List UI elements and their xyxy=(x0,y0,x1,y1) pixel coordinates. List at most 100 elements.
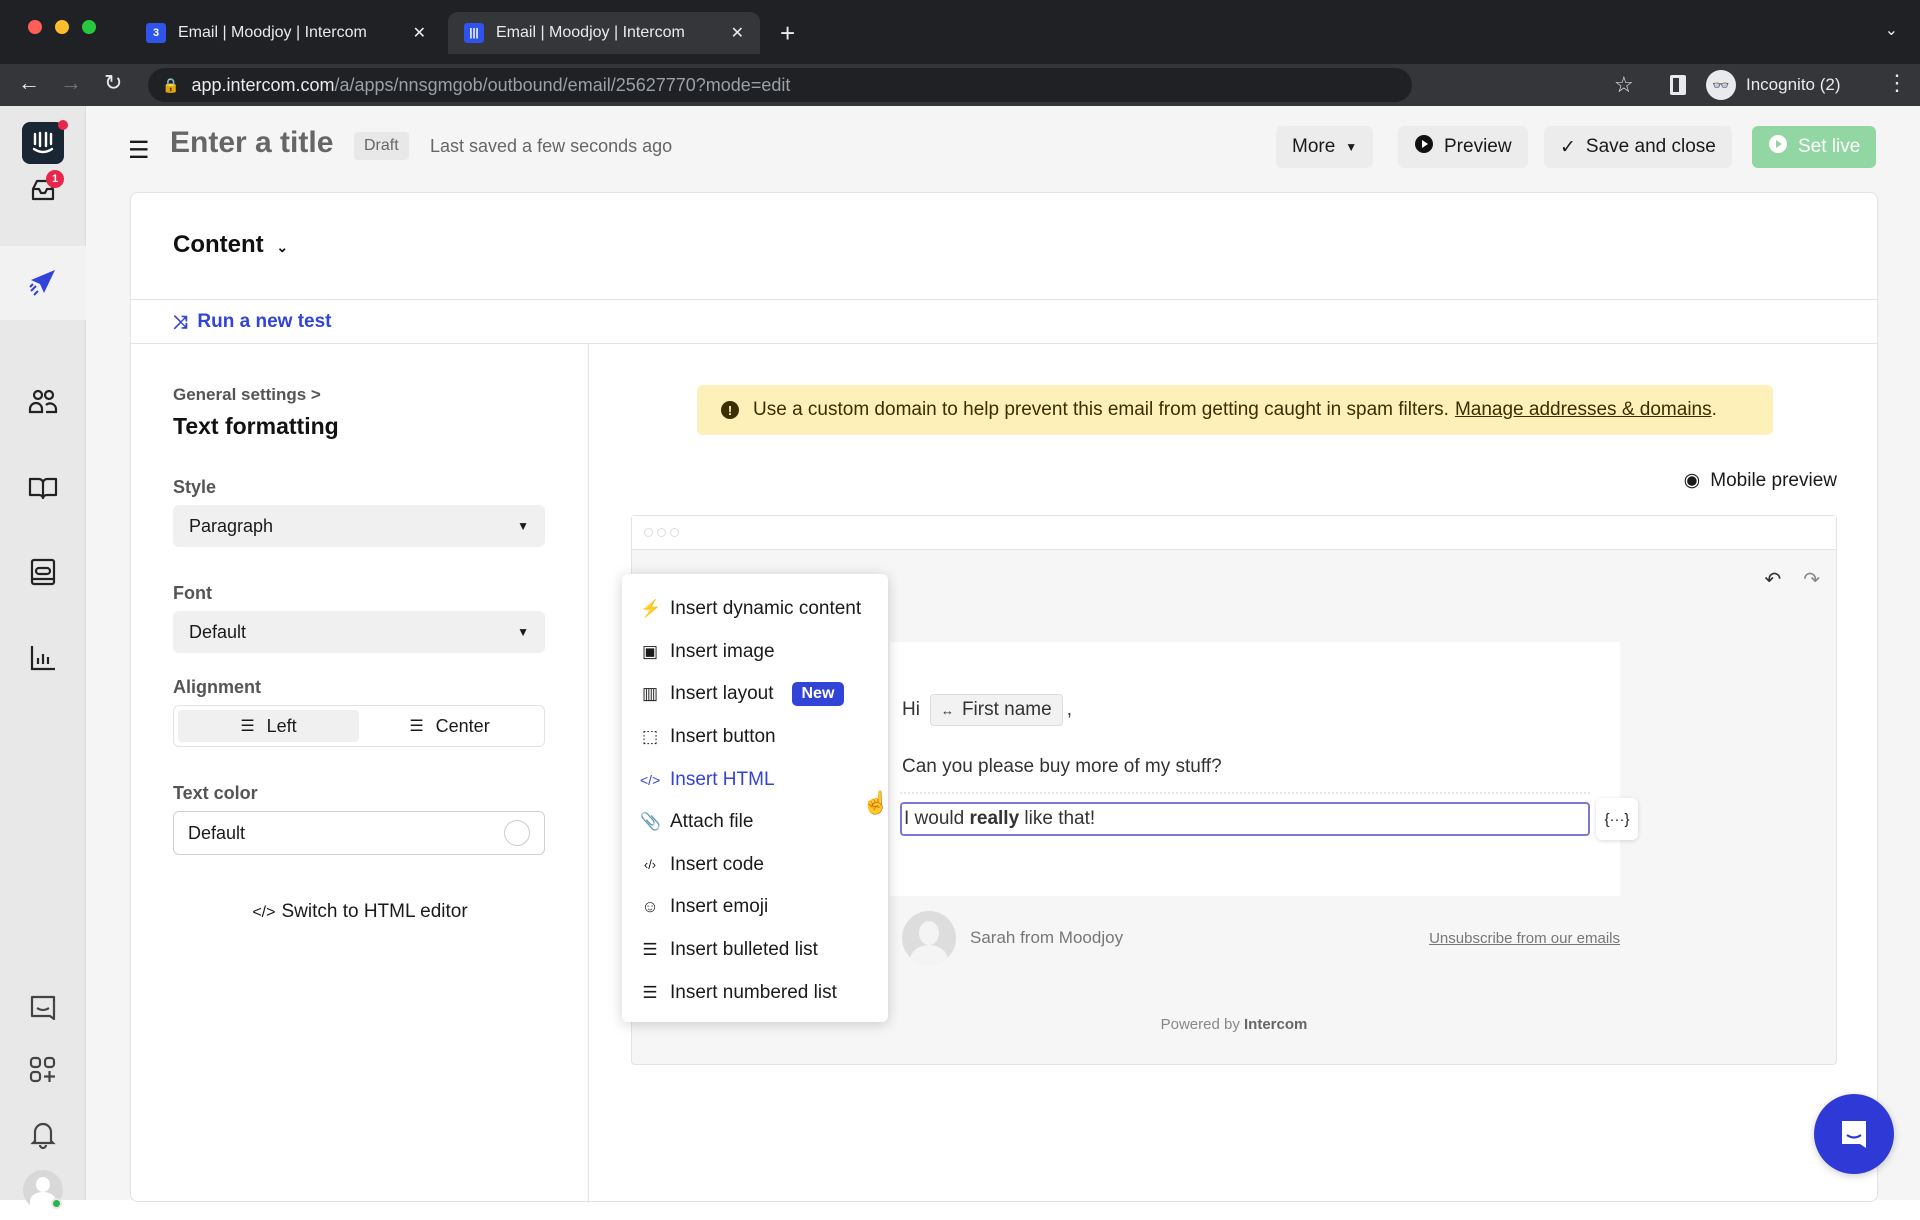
sidebar-item-outbound[interactable] xyxy=(0,246,86,320)
sidebar-item-notifications[interactable] xyxy=(0,1104,86,1164)
bar-chart-icon xyxy=(30,646,55,671)
chevron-down-icon: ⌄ xyxy=(276,239,289,255)
save-status: Last saved a few seconds ago xyxy=(430,136,673,156)
url-host: app.intercom.com xyxy=(191,74,335,95)
run-new-test-link[interactable]: ⤨ Run a new test xyxy=(173,311,331,333)
undo-icon[interactable]: ↶ xyxy=(1764,567,1781,592)
menu-item-label: Insert code xyxy=(670,853,764,875)
sidebar-item-contacts[interactable] xyxy=(0,372,86,432)
incognito-profile-button[interactable]: 👓 Incognito (2) xyxy=(1706,68,1841,102)
title-input[interactable]: Enter a title xyxy=(170,126,333,160)
close-tab-icon[interactable]: ✕ xyxy=(413,23,426,43)
tab-search-chevron-icon[interactable]: ⌄ xyxy=(1885,20,1898,40)
url-path: /a/apps/nnsgmgob/outbound/email/25627770… xyxy=(334,74,791,95)
bell-icon xyxy=(30,1122,56,1150)
sidebar-item-messenger[interactable] xyxy=(0,978,86,1038)
exclamation-icon: ! xyxy=(721,401,739,419)
close-window-button[interactable] xyxy=(28,20,42,34)
browser-tab[interactable]: 3 Email | Moodjoy | Intercom ✕ xyxy=(130,12,442,54)
back-arrow-icon[interactable]: ← xyxy=(18,70,40,96)
minimize-window-button[interactable] xyxy=(55,20,69,34)
menu-item-label: Insert dynamic content xyxy=(670,598,862,620)
menu-item-label: Insert image xyxy=(670,640,775,662)
alignment-toggle: ☰ Left ☰ Center xyxy=(173,705,545,747)
bulleted-list-icon: ☰ xyxy=(642,940,658,960)
manage-domains-link[interactable]: Manage addresses & domains xyxy=(1455,399,1712,421)
notification-dot xyxy=(58,120,68,130)
close-tab-icon[interactable]: ✕ xyxy=(731,23,744,43)
style-select[interactable]: Paragraph ▼ xyxy=(173,505,545,547)
breadcrumb-general-settings[interactable]: General settings > xyxy=(173,385,321,405)
intercom-favicon-icon: 3 xyxy=(146,23,166,43)
menu-item-label: Insert bulleted list xyxy=(670,939,818,961)
hamburger-menu-icon[interactable]: ☰ xyxy=(128,136,150,165)
reload-icon[interactable]: ↻ xyxy=(104,70,122,96)
redo-icon[interactable]: ↷ xyxy=(1803,567,1820,592)
text-color-field[interactable]: Default xyxy=(173,811,545,855)
menu-item-insert-bulleted-list[interactable]: ☰ Insert bulleted list xyxy=(622,929,888,972)
menu-item-insert-numbered-list[interactable]: ☰ Insert numbered list xyxy=(622,971,888,1014)
browser-menu-icon[interactable]: ⋮ xyxy=(1886,70,1908,96)
save-and-close-button[interactable]: ✓ Save and close xyxy=(1544,126,1732,168)
align-left-button[interactable]: ☰ Left xyxy=(178,710,359,742)
sidebar-item-inbox[interactable]: 1 xyxy=(0,160,86,220)
checkmark-icon: ✓ xyxy=(1560,136,1576,158)
mobile-preview-button[interactable]: ◉ Mobile preview xyxy=(1684,469,1837,492)
body-paragraph[interactable]: Can you please buy more of my stuff? xyxy=(902,756,1222,778)
menu-item-attach-file[interactable]: 📎 Attach file xyxy=(622,801,888,844)
switch-to-html-editor-button[interactable]: </> Switch to HTML editor xyxy=(131,901,589,923)
menu-item-insert-code[interactable]: ‹/› Insert code xyxy=(622,844,888,887)
bookmark-star-icon[interactable]: ☆ xyxy=(1614,72,1634,98)
preview-button[interactable]: Preview xyxy=(1398,126,1528,168)
text-color-value: Default xyxy=(188,822,246,843)
caret-down-icon: ▼ xyxy=(517,625,529,639)
chat-icon xyxy=(1842,1121,1866,1148)
forward-arrow-icon[interactable]: → xyxy=(60,70,82,96)
image-icon: ▣ xyxy=(641,641,659,661)
sidebar-item-reports[interactable] xyxy=(0,628,86,688)
menu-item-insert-image[interactable]: ▣ Insert image xyxy=(622,631,888,674)
sender-name: Sarah from Moodjoy xyxy=(970,928,1124,947)
divider xyxy=(131,299,1877,300)
email-body[interactable]: Hi ↔ First name , Can you please buy mor… xyxy=(890,642,1638,896)
messenger-launcher-button[interactable] xyxy=(1814,1094,1894,1174)
intercom-logo-icon[interactable] xyxy=(22,122,64,164)
chat-icon xyxy=(30,995,56,1021)
sidebar-item-tickets[interactable] xyxy=(0,542,86,602)
font-select[interactable]: Default ▼ xyxy=(173,611,545,653)
sidebar-item-apps[interactable] xyxy=(0,1040,86,1100)
content-section-toggle[interactable]: Content ⌄ xyxy=(173,231,288,259)
save-close-label: Save and close xyxy=(1585,136,1716,157)
smiley-icon: ☺ xyxy=(641,897,659,917)
url-field[interactable]: 🔒 app.intercom.com/a/apps/nnsgmgob/outbo… xyxy=(148,68,1412,102)
caret-down-icon: ▼ xyxy=(1345,140,1358,154)
code-icon: </> xyxy=(640,771,661,788)
maximize-window-button[interactable] xyxy=(82,20,96,34)
side-panel-icon[interactable] xyxy=(1670,75,1686,95)
menu-item-label: Attach file xyxy=(670,811,754,833)
new-tab-button[interactable]: + xyxy=(780,18,795,49)
menu-item-insert-html[interactable]: </> Insert HTML xyxy=(622,758,888,801)
menu-item-insert-button[interactable]: ⬚ Insert button xyxy=(622,716,888,759)
menu-item-insert-dynamic-content[interactable]: ⚡ Insert dynamic content xyxy=(622,588,888,631)
set-live-button[interactable]: Set live xyxy=(1752,126,1877,168)
menu-item-insert-emoji[interactable]: ☺ Insert emoji xyxy=(622,886,888,929)
align-center-button[interactable]: ☰ Center xyxy=(359,710,540,742)
unsubscribe-link[interactable]: Unsubscribe from our emails xyxy=(1429,930,1620,947)
menu-item-label: Insert button xyxy=(670,726,776,748)
sidebar-item-profile[interactable] xyxy=(0,1160,86,1220)
main-area: ☰ Enter a title Draft Last saved a few s… xyxy=(86,106,1920,1203)
menu-item-insert-layout[interactable]: ▥ Insert layout New xyxy=(622,673,888,716)
insert-attribute-button[interactable]: {···} xyxy=(1596,798,1638,840)
sidebar-item-articles[interactable] xyxy=(0,458,86,518)
color-swatch[interactable] xyxy=(504,820,530,846)
browser-tab-active[interactable]: ||| Email | Moodjoy | Intercom ✕ xyxy=(448,12,760,54)
menu-item-label: Insert emoji xyxy=(670,896,769,918)
browser-tab-strip: 3 Email | Moodjoy | Intercom ✕ ||| Email… xyxy=(0,0,1920,64)
ticket-icon xyxy=(30,558,56,586)
paperclip-icon: 📎 xyxy=(640,812,662,832)
active-paragraph[interactable]: I would really like that! xyxy=(900,802,1590,836)
first-name-attribute-chip[interactable]: ↔ First name xyxy=(929,694,1063,726)
more-button[interactable]: More ▼ xyxy=(1276,126,1374,168)
greeting-line: Hi ↔ First name , xyxy=(902,694,1072,726)
